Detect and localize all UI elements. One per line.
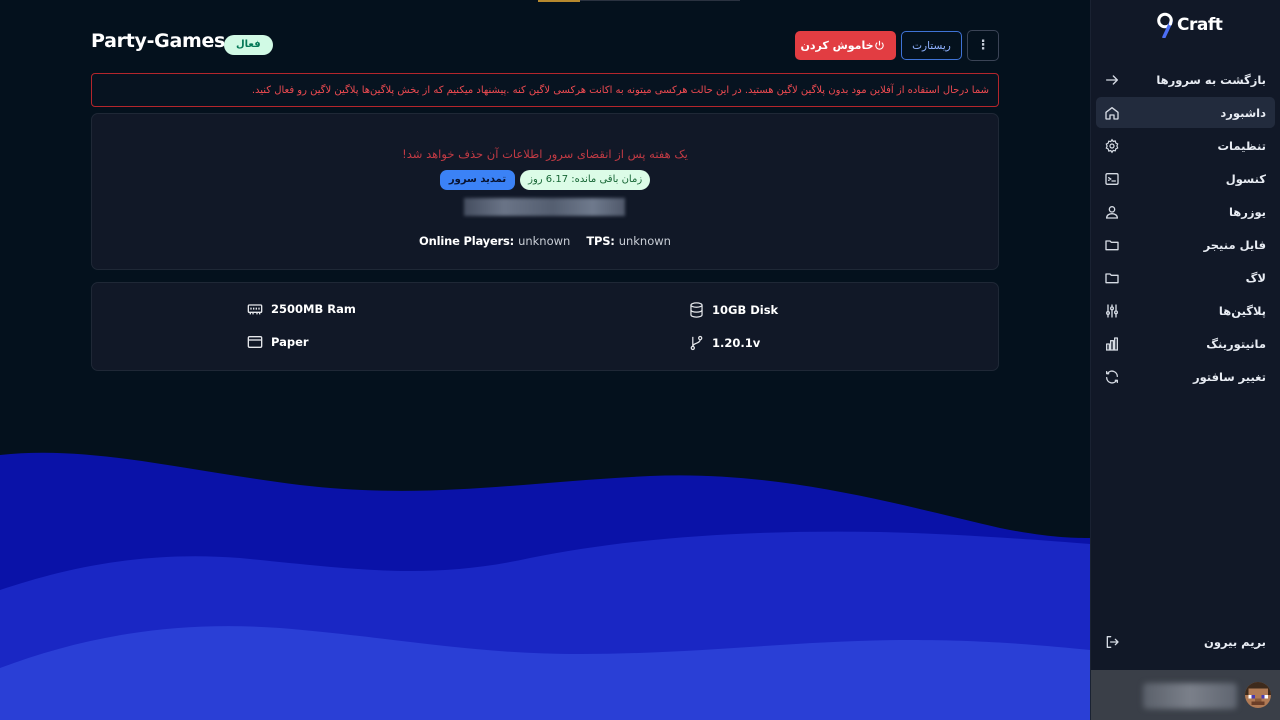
shutdown-button[interactable]: خاموش کردن <box>795 31 896 60</box>
logo-text: Craft <box>1177 15 1223 35</box>
sidebar-item-label: لاگ <box>1245 270 1266 285</box>
remaining-time-badge: زمان باقی مانده: 6.17 روز <box>520 170 651 190</box>
server-address-redacted <box>464 198 625 216</box>
logout-icon <box>1106 635 1119 648</box>
server-title: Party-Games <box>91 30 226 52</box>
git-branch-icon <box>690 335 703 351</box>
offline-mode-alert: شما درحال استفاده از آفلاین مود بدون پلا… <box>91 73 999 107</box>
sidebar-item-label: یوزرها <box>1228 204 1266 219</box>
sidebar-item-users[interactable]: یوزرها <box>1096 196 1275 227</box>
chart-icon <box>1106 336 1118 351</box>
database-icon <box>690 302 703 318</box>
online-players-value: unknown <box>518 234 571 248</box>
sidebar-item-log[interactable]: لاگ <box>1096 262 1275 293</box>
refresh-icon <box>1106 369 1118 384</box>
expiry-badges: زمان باقی مانده: 6.17 روز تمدید سرور <box>92 170 998 190</box>
user-profile-bar[interactable] <box>1091 670 1280 720</box>
spec-ram: 2500MB Ram <box>247 302 356 316</box>
status-badge: فعال <box>224 35 273 55</box>
power-icon <box>874 40 884 50</box>
more-vertical-icon: ⋮ <box>976 38 990 53</box>
spec-software: Paper <box>247 335 309 349</box>
sidebar-item-label: فایل منیجر <box>1203 237 1266 252</box>
restart-button-label: ریستارت <box>912 39 951 52</box>
username-redacted <box>1143 683 1237 709</box>
folder-icon <box>1105 239 1119 250</box>
sidebar-item-label: تغییر سافتور <box>1192 369 1266 384</box>
logo-numeral: 9 <box>1155 12 1156 13</box>
sidebar-item-logout[interactable]: بریم بیرون <box>1096 626 1275 657</box>
renew-server-button[interactable]: تمدید سرور <box>439 170 516 190</box>
window-icon <box>247 336 263 348</box>
sidebar-item-settings[interactable]: تنظیمات <box>1096 130 1275 161</box>
logout-label: بریم بیرون <box>1204 634 1266 649</box>
sidebar-item-label: مانیتورینگ <box>1206 336 1266 351</box>
more-options-button[interactable]: ⋮ <box>967 30 999 61</box>
software-value: Paper <box>271 335 309 349</box>
top-accent-bar <box>538 0 580 2</box>
online-players-stat: Online Players: unknown <box>419 234 570 248</box>
tps-stat: TPS: unknown <box>586 234 671 248</box>
decorative-waves <box>0 452 1090 720</box>
gear-icon <box>1105 138 1119 153</box>
top-accent-track <box>580 0 740 1</box>
version-value: 1.20.1v <box>712 336 761 350</box>
sidebar-item-change-software[interactable]: تغییر سافتور <box>1096 361 1275 392</box>
server-status-card: یک هفته پس از انقضای سرور اطلاعات آن حذف… <box>91 113 999 270</box>
home-icon <box>1105 106 1119 120</box>
sidebar-item-label: کنسول <box>1225 171 1266 186</box>
spec-version: 1.20.1v <box>689 335 760 351</box>
sidebar-item-label: پلاگین‌ها <box>1218 303 1266 318</box>
sidebar-item-label: داشبورد <box>1220 105 1266 120</box>
logo-mark-icon: 9 <box>1155 12 1173 38</box>
sidebar-item-dashboard[interactable]: داشبورد <box>1096 97 1275 128</box>
server-specs-card: 2500MB Ram Paper 10GB Disk 1.20.1v <box>91 282 999 371</box>
folder-icon <box>1105 272 1119 283</box>
sidebar-item-back-to-servers[interactable]: بازگشت به سرورها <box>1096 64 1275 95</box>
disk-value: 10GB Disk <box>712 303 779 317</box>
sidebar-item-label: بازگشت به سرورها <box>1156 72 1266 87</box>
arrow-right-icon <box>1106 74 1118 85</box>
logo[interactable]: 9 Craft <box>1155 12 1223 38</box>
sidebar-item-plugins[interactable]: پلاگین‌ها <box>1096 295 1275 326</box>
expire-note: یک هفته پس از انقضای سرور اطلاعات آن حذف… <box>402 147 688 161</box>
tps-key: TPS: <box>586 234 615 248</box>
sidebar-item-label: تنظیمات <box>1217 138 1267 153</box>
sidebar-item-console[interactable]: کنسول <box>1096 163 1275 194</box>
avatar-image <box>1245 682 1271 708</box>
sliders-icon <box>1106 303 1118 318</box>
spec-disk: 10GB Disk <box>689 302 778 318</box>
sidebar-item-file-manager[interactable]: فایل منیجر <box>1096 229 1275 260</box>
sidebar: 9 Craft بازگشت به سرورها داشبورد تنظیمات… <box>1090 0 1280 720</box>
sidebar-item-monitoring[interactable]: مانیتورینگ <box>1096 328 1275 359</box>
memory-icon <box>247 304 263 315</box>
alert-text: شما درحال استفاده از آفلاین مود بدون پلا… <box>251 85 989 96</box>
ram-value: 2500MB Ram <box>271 302 356 316</box>
server-stats-row: Online Players: unknown TPS: unknown <box>92 234 998 248</box>
terminal-icon <box>1105 172 1119 185</box>
restart-button[interactable]: ریستارت <box>901 31 962 60</box>
sidebar-nav: بازگشت به سرورها داشبورد تنظیمات کنسول ی… <box>1096 64 1275 394</box>
tps-value: unknown <box>618 234 671 248</box>
users-icon <box>1105 205 1119 219</box>
shutdown-button-label: خاموش کردن <box>800 39 874 52</box>
online-players-key: Online Players: <box>419 234 515 248</box>
avatar[interactable] <box>1245 682 1271 708</box>
